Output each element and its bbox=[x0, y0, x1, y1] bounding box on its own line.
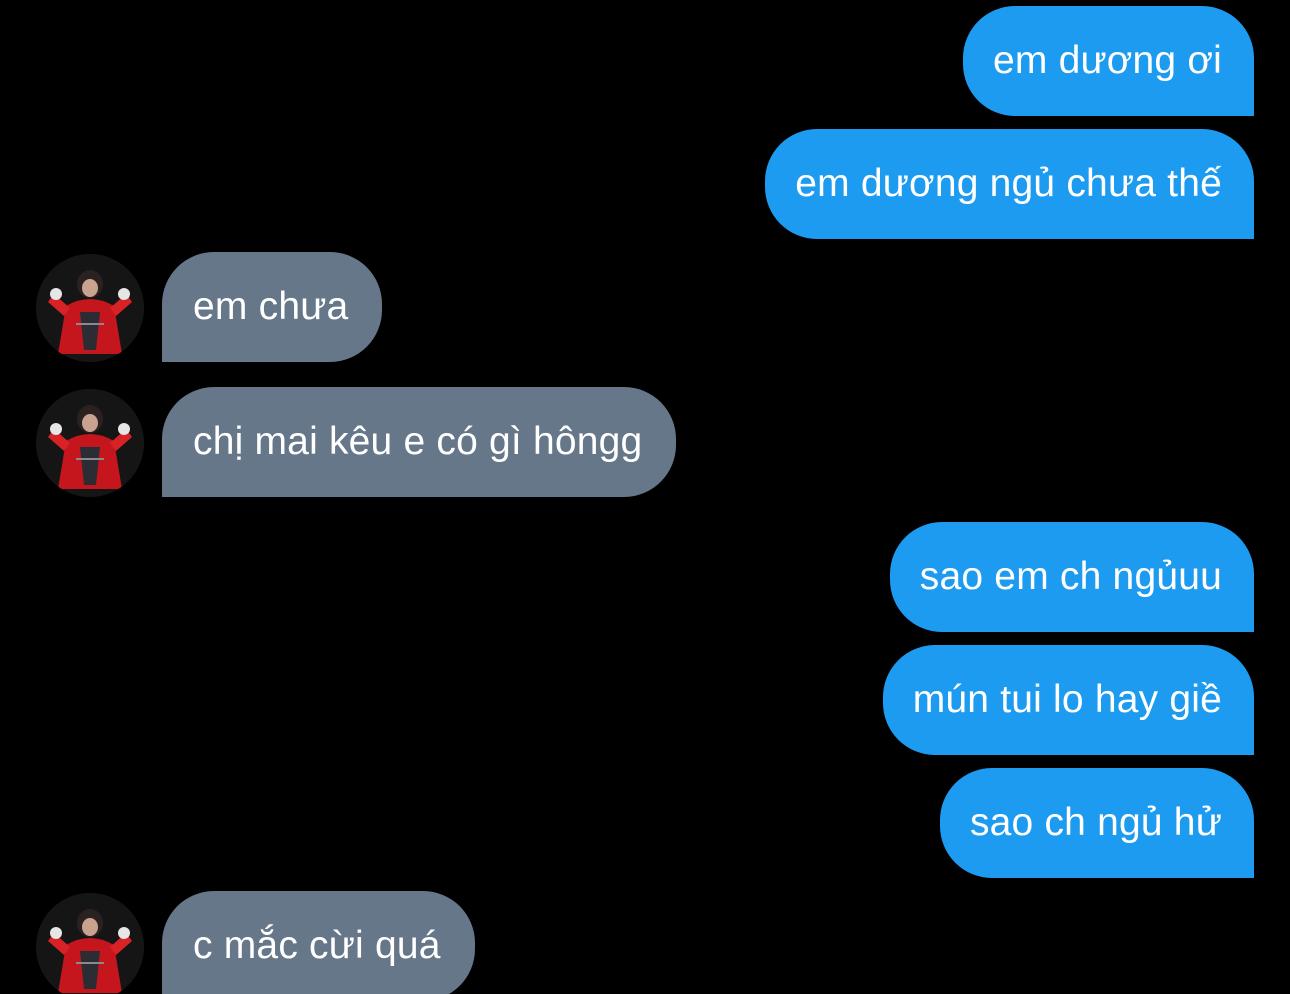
outgoing-message-bubble[interactable]: mún tui lo hay giề bbox=[882, 645, 1254, 755]
message-text: chị mai kêu e có gì hôngg bbox=[193, 420, 643, 463]
contact-avatar[interactable] bbox=[36, 254, 144, 362]
avatar-image bbox=[36, 254, 144, 362]
message-text: sao ch ngủ hử bbox=[969, 801, 1222, 844]
contact-avatar[interactable] bbox=[36, 389, 144, 497]
message-thread[interactable]: em dương ơi em dương ngủ chưa thế em chư… bbox=[0, 0, 1290, 994]
outgoing-message-bubble[interactable]: em dương ngủ chưa thế bbox=[765, 129, 1254, 239]
incoming-message-bubble[interactable]: chị mai kêu e có gì hôngg bbox=[162, 387, 677, 497]
contact-avatar[interactable] bbox=[36, 893, 144, 994]
message-text: c mắc cừi quá bbox=[193, 924, 441, 967]
avatar-image bbox=[36, 389, 144, 497]
outgoing-message-bubble[interactable]: sao ch ngủ hử bbox=[939, 768, 1254, 878]
avatar-image bbox=[36, 893, 144, 994]
message-text: em dương ngủ chưa thế bbox=[795, 162, 1222, 205]
message-text: sao em ch ngủuu bbox=[919, 555, 1222, 598]
message-text: em chưa bbox=[193, 285, 349, 328]
incoming-message-bubble[interactable]: em chưa bbox=[162, 252, 383, 362]
message-text: mún tui lo hay giề bbox=[912, 678, 1222, 721]
outgoing-message-bubble[interactable]: sao em ch ngủuu bbox=[889, 522, 1254, 632]
incoming-message-bubble[interactable]: c mắc cừi quá bbox=[162, 891, 475, 994]
outgoing-message-bubble[interactable]: em dương ơi bbox=[962, 6, 1254, 116]
message-text: em dương ơi bbox=[992, 39, 1222, 82]
